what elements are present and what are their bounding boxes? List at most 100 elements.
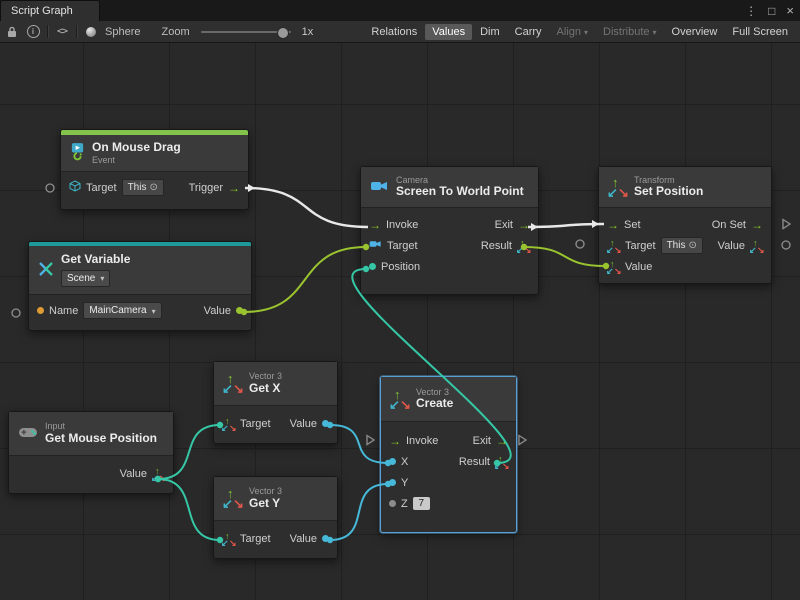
wire-value-to-target[interactable] [244, 247, 366, 312]
maximize-icon[interactable]: □ [768, 5, 775, 17]
port-exit-output[interactable]: Exit → [473, 435, 508, 447]
port-value-output[interactable]: Value [290, 533, 329, 545]
float-port-dot[interactable] [322, 420, 329, 427]
menu-icon[interactable]: ⋮ [745, 5, 757, 17]
info-icon[interactable]: i [26, 24, 40, 39]
port-z-input[interactable]: Z 7 [389, 497, 430, 510]
camera-type-icon [369, 239, 382, 252]
node-title: Get Y [249, 497, 282, 511]
float-port-dot[interactable] [322, 535, 329, 542]
port-target-input[interactable]: Target This ⊙ [69, 179, 164, 196]
zoom-slider-handle[interactable] [277, 27, 289, 39]
node-get-y[interactable]: ↑↙↘ Vector 3 Get Y ↑↙↘ Target Value [213, 476, 338, 559]
port-value-output[interactable]: Value ↑↙↘ [120, 467, 165, 481]
node-create-vector3[interactable]: ↑↙↘ Vector 3 Create → Invoke Exit → [380, 376, 517, 533]
window-controls: ⋮ □ × [745, 0, 794, 21]
node-get-mouse-position[interactable]: Input Get Mouse Position Value ↑↙↘ [8, 411, 174, 494]
float-port-dot[interactable] [389, 500, 396, 507]
float-port-dot[interactable] [389, 458, 396, 465]
port-target-input[interactable]: ↑↙↘ Target This ⊙ [607, 237, 703, 254]
port-value-input[interactable]: ↑↙↘ Value [607, 260, 652, 274]
toolbar-separator [76, 25, 77, 38]
vector3-icon: ↑↙↘ [223, 489, 242, 508]
vector3-icon: ↑↙↘ [223, 374, 242, 393]
open-port-triangle[interactable] [783, 220, 790, 229]
lock-icon[interactable] [5, 24, 19, 39]
vector3-icon: ↑↙↘ [517, 239, 530, 253]
z-value-field[interactable]: 7 [413, 497, 430, 510]
wire-exit-to-set[interactable] [528, 224, 604, 227]
port-invoke-input[interactable]: → Invoke [369, 219, 418, 231]
port-target-input[interactable]: ↑↙↘ Target [222, 417, 271, 431]
dim-button[interactable]: Dim [473, 24, 507, 40]
vector-port-dot[interactable] [369, 263, 376, 270]
align-button[interactable]: Align▾ [550, 24, 595, 40]
distribute-button[interactable]: Distribute▾ [596, 24, 663, 40]
port-invoke-input[interactable]: → Invoke [389, 435, 438, 447]
chevron-down-icon: ▾ [653, 29, 657, 37]
node-screen-to-world-point[interactable]: Camera Screen To World Point → Invoke Ex… [360, 166, 539, 295]
vector3-icon: ↑↙↘ [607, 260, 620, 274]
port-value-output[interactable]: Value [290, 418, 329, 430]
tab-script-graph[interactable]: Script Graph [0, 0, 100, 21]
code-icon[interactable]: <> [55, 24, 69, 39]
port-trigger-output[interactable]: Trigger → [189, 182, 240, 194]
port-on-set-output[interactable]: On Set → [712, 219, 763, 231]
port-result-output[interactable]: Result ↑↙↘ [459, 455, 508, 469]
port-target-input[interactable]: ↑↙↘ Target [222, 532, 271, 546]
relations-button[interactable]: Relations [364, 24, 424, 40]
sphere-icon [84, 24, 98, 39]
node-header: Camera Screen To World Point [361, 167, 538, 208]
flow-arrow-icon: → [607, 219, 619, 231]
flow-arrow-icon: → [228, 182, 240, 194]
port-result-output[interactable]: Result ↑↙↘ [481, 239, 530, 253]
variable-name-dropdown[interactable]: MainCamera ▾ [83, 302, 161, 319]
wire-trigger-to-invoke[interactable] [245, 188, 368, 227]
node-get-x[interactable]: ↑↙↘ Vector 3 Get X ↑↙↘ Target Value [213, 361, 338, 444]
node-title: Get X [249, 382, 282, 396]
object-name[interactable]: Sphere [105, 26, 140, 38]
port-set-input[interactable]: → Set [607, 219, 641, 231]
node-on-mouse-drag[interactable]: On Mouse Drag Event Target This ⊙ Trigge [60, 129, 249, 210]
this-chip[interactable]: This ⊙ [122, 179, 164, 196]
port-x-input[interactable]: X [389, 456, 408, 468]
open-port-circle[interactable] [782, 241, 790, 249]
carry-button[interactable]: Carry [508, 24, 549, 40]
zoom-value: 1x [302, 26, 314, 38]
open-port-circle[interactable] [576, 240, 584, 248]
camera-icon [370, 179, 389, 196]
node-get-variable[interactable]: Get Variable Scene ▾ Name MainCamera ▾ [28, 241, 252, 331]
vector3-icon: ↑↙↘ [495, 455, 508, 469]
open-port-circle[interactable] [12, 309, 20, 317]
values-button[interactable]: Values [425, 24, 472, 40]
transform-icon: ↑↙↘ [608, 178, 627, 197]
node-set-position[interactable]: ↑↙↘ Transform Set Position → Set On Set … [598, 166, 772, 284]
open-port-triangle[interactable] [367, 436, 374, 445]
event-icon [70, 143, 85, 164]
flow-arrow-icon: → [496, 435, 508, 447]
port-exit-output[interactable]: Exit → [495, 219, 530, 231]
overview-button[interactable]: Overview [665, 24, 725, 40]
vector3-icon: ↑↙↘ [750, 239, 763, 253]
target-symbol-icon: ⊙ [149, 182, 157, 193]
string-port-dot[interactable] [37, 307, 44, 314]
this-chip[interactable]: This ⊙ [661, 237, 703, 254]
graph-canvas[interactable]: On Mouse Drag Event Target This ⊙ Trigge [0, 43, 800, 600]
port-value-output[interactable]: Value ↑↙↘ [718, 239, 763, 253]
close-icon[interactable]: × [786, 4, 794, 17]
port-y-input[interactable]: Y [389, 477, 408, 489]
node-header: ↑↙↘ Vector 3 Get Y [214, 477, 337, 521]
float-port-dot[interactable] [389, 479, 396, 486]
port-position-input[interactable]: Position [369, 261, 420, 273]
port-name-input[interactable]: Name MainCamera ▾ [37, 302, 162, 319]
node-header: ↑↙↘ Transform Set Position [599, 167, 771, 208]
variable-kind-dropdown[interactable]: Scene ▾ [61, 270, 110, 287]
fullscreen-button[interactable]: Full Screen [725, 24, 795, 40]
open-port-circle[interactable] [46, 184, 54, 192]
port-value-output[interactable]: Value [204, 305, 243, 317]
port-target-input[interactable]: Target [369, 239, 418, 252]
node-title: On Mouse Drag [92, 141, 181, 155]
open-port-triangle[interactable] [519, 436, 526, 445]
zoom-slider[interactable] [201, 31, 291, 33]
value-port-dot[interactable] [236, 307, 243, 314]
